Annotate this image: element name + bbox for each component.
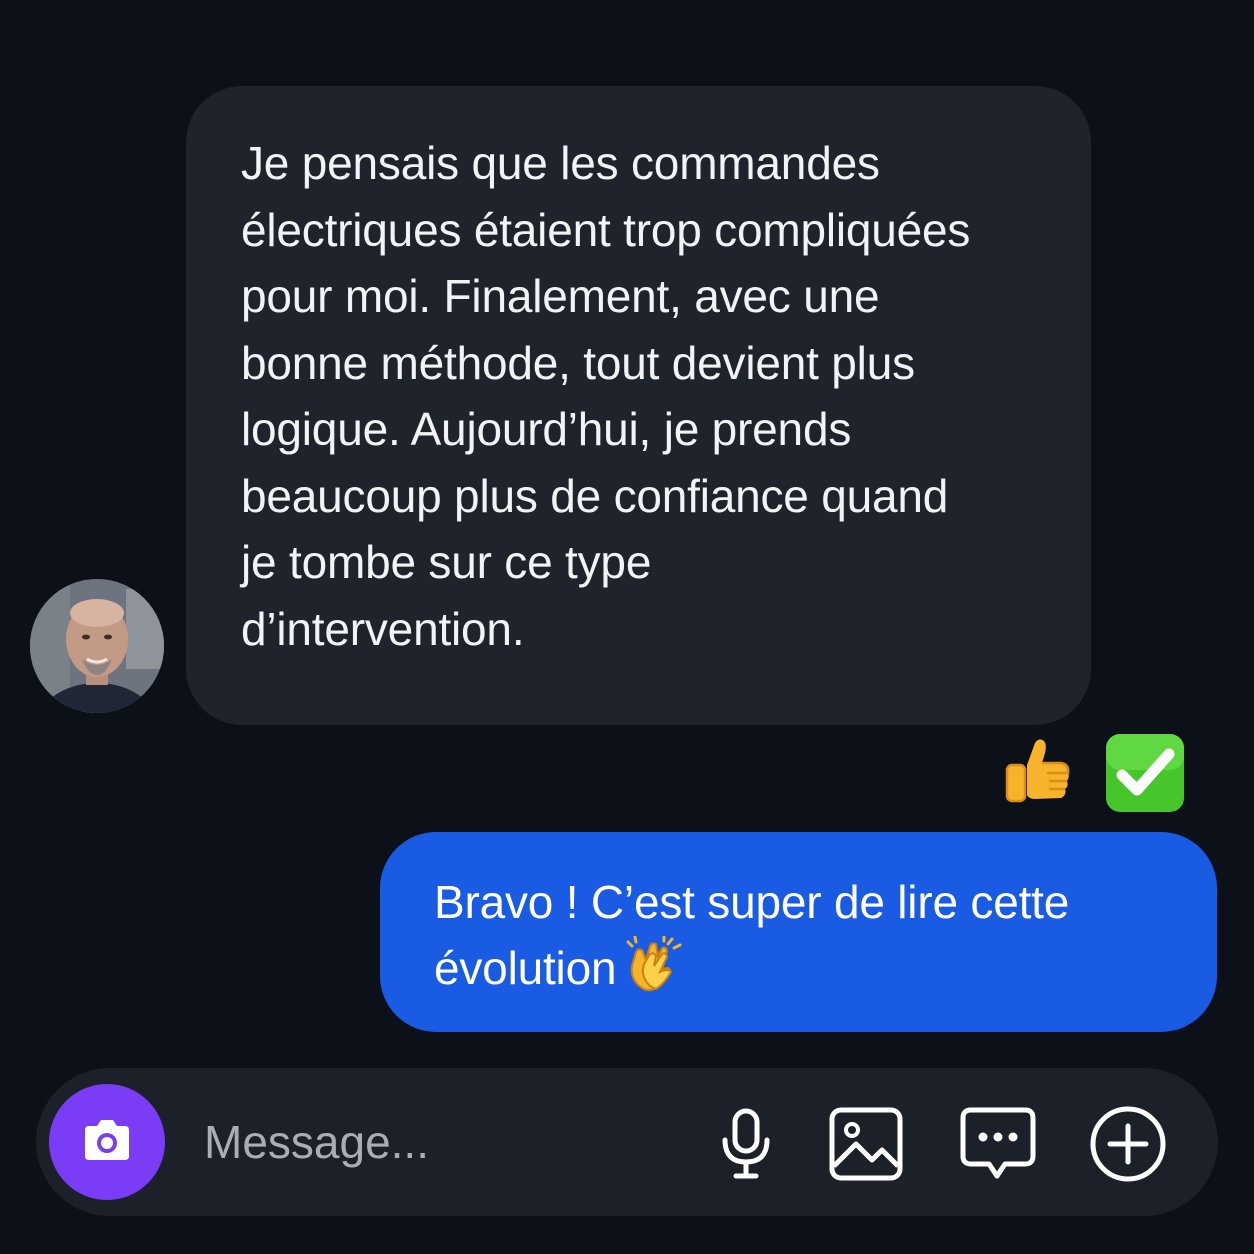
message-composer	[36, 1068, 1218, 1216]
add-button[interactable]	[1088, 1104, 1168, 1184]
outgoing-message-text: Bravo ! C’est super de lire cette évolut…	[434, 869, 1177, 1011]
microphone-icon	[722, 1108, 770, 1179]
image-icon	[829, 1107, 903, 1181]
outgoing-message-content: Bravo ! C’est super de lire cette évolut…	[434, 876, 1070, 994]
camera-icon	[85, 1120, 129, 1160]
check-mark-emoji-icon[interactable]	[1104, 732, 1186, 814]
thumbs-up-emoji-icon[interactable]	[996, 732, 1078, 814]
message-input[interactable]	[204, 1112, 664, 1172]
sender-avatar[interactable]	[30, 579, 164, 713]
microphone-button[interactable]	[706, 1104, 786, 1184]
camera-button[interactable]	[49, 1084, 165, 1200]
plus-circle-icon	[1090, 1106, 1166, 1182]
chat-options-button[interactable]	[958, 1104, 1038, 1184]
clapping-hands-emoji-icon	[624, 934, 682, 1011]
gallery-button[interactable]	[826, 1104, 906, 1184]
message-reactions	[996, 732, 1186, 814]
incoming-message-text: Je pensais que les commandes électriques…	[241, 137, 971, 655]
chat-dots-icon	[960, 1107, 1036, 1179]
incoming-message-bubble[interactable]: Je pensais que les commandes électriques…	[186, 86, 1091, 725]
outgoing-message-bubble[interactable]: Bravo ! C’est super de lire cette évolut…	[380, 832, 1217, 1032]
